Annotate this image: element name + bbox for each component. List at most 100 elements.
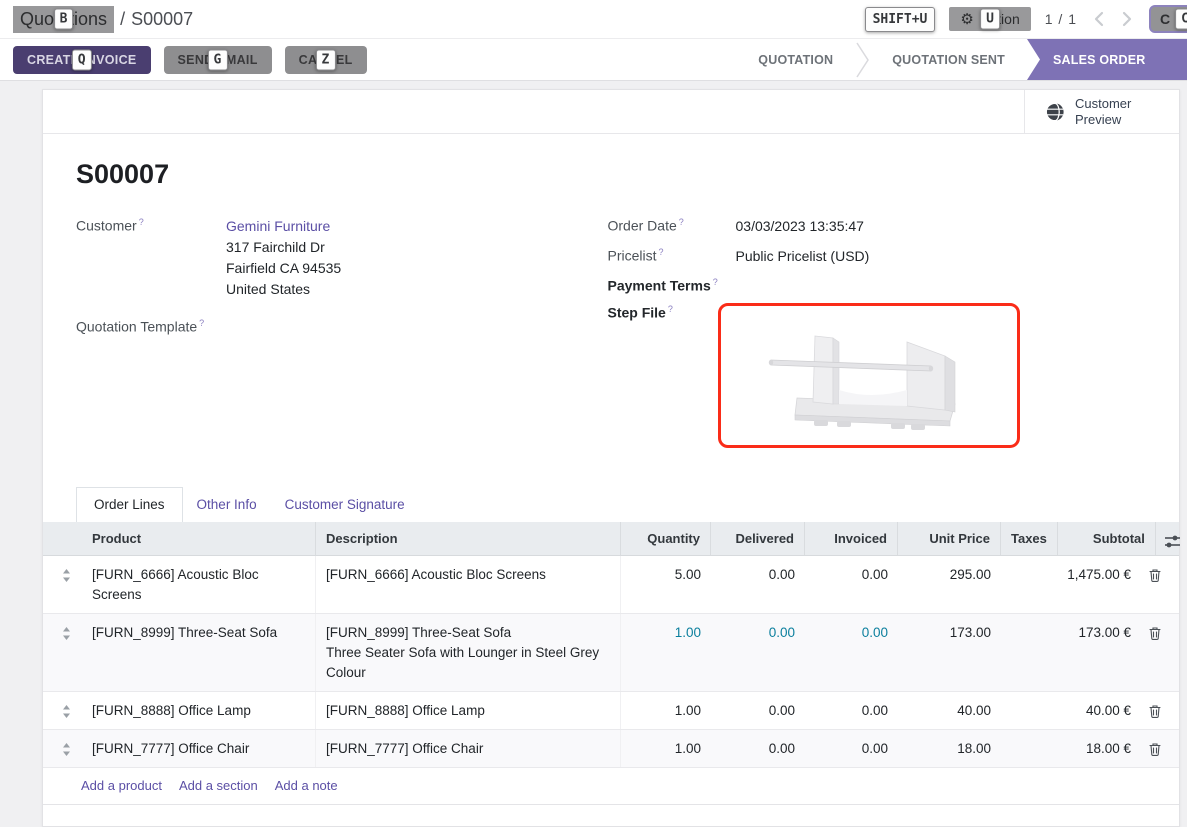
delete-line-button[interactable]	[1141, 556, 1179, 613]
status-step-separator	[855, 39, 870, 80]
tab-other-info[interactable]: Other Info	[183, 488, 271, 522]
control-panel-bar: CREATE INVOICE Q SEND EMAIL G CANCEL Z Q…	[0, 39, 1187, 81]
add-a-section-link[interactable]: Add a section	[179, 778, 258, 793]
gear-icon: ⚙	[960, 12, 973, 27]
keyboard-hint-action: U	[980, 9, 1000, 30]
cell-unit-price[interactable]: 173.00	[898, 614, 1001, 691]
breadcrumb-separator: /	[120, 9, 125, 30]
cell-quantity[interactable]: 1.00	[621, 614, 711, 691]
col-header-quantity[interactable]: Quantity	[621, 522, 711, 555]
cell-invoiced[interactable]: 0.00	[805, 614, 898, 691]
pager-next-button[interactable]	[1120, 11, 1135, 27]
cell-quantity[interactable]: 5.00	[621, 556, 711, 613]
cell-description[interactable]: [FURN_7777] Office Chair	[316, 730, 621, 767]
cell-unit-price[interactable]: 18.00	[898, 730, 1001, 767]
col-header-taxes[interactable]: Taxes	[1001, 522, 1058, 555]
3d-part-render	[759, 320, 979, 430]
cell-delivered[interactable]: 0.00	[711, 556, 805, 613]
delete-line-button[interactable]	[1141, 692, 1179, 729]
cell-delivered[interactable]: 0.00	[711, 730, 805, 767]
cell-unit-price[interactable]: 40.00	[898, 692, 1001, 729]
cell-description[interactable]: [FURN_6666] Acoustic Bloc Screens	[316, 556, 621, 613]
cell-description[interactable]: [FURN_8888] Office Lamp	[316, 692, 621, 729]
pager-prev-button[interactable]	[1091, 11, 1106, 27]
customer-address-line3: United States	[226, 279, 341, 300]
tab-customer-signature[interactable]: Customer Signature	[271, 488, 419, 522]
topbar-right-cluster: SHIFT+U ⚙ Action U 1 / 1 C C	[865, 5, 1177, 33]
cell-quantity[interactable]: 1.00	[621, 692, 711, 729]
customer-field: Customer? Gemini Furniture 317 Fairchild…	[76, 216, 608, 300]
clipped-edge-button[interactable]: C C	[1149, 5, 1187, 33]
cell-invoiced[interactable]: 0.00	[805, 692, 898, 729]
header-handle-spacer	[43, 522, 89, 555]
cell-taxes[interactable]	[1001, 614, 1043, 691]
sheet-header-strip: Customer Preview	[43, 90, 1179, 134]
col-header-invoiced[interactable]: Invoiced	[805, 522, 898, 555]
cell-invoiced[interactable]: 0.00	[805, 556, 898, 613]
cancel-button[interactable]: CANCEL Z	[285, 46, 367, 74]
add-a-note-link[interactable]: Add a note	[275, 778, 338, 793]
tab-order-lines[interactable]: Order Lines	[76, 487, 183, 522]
col-header-delivered[interactable]: Delivered	[711, 522, 805, 555]
quotation-template-label: Quotation Template?	[76, 317, 226, 335]
globe-icon	[1045, 102, 1065, 122]
customer-value-block: Gemini Furniture 317 Fairchild Dr Fairfi…	[226, 216, 341, 300]
col-header-product[interactable]: Product	[89, 522, 316, 555]
delete-line-button[interactable]	[1141, 730, 1179, 767]
sliders-icon	[1164, 534, 1181, 549]
help-question-mark: ?	[668, 304, 673, 314]
drag-handle-icon[interactable]	[43, 730, 89, 767]
col-header-subtotal[interactable]: Subtotal	[1058, 522, 1156, 555]
quotation-template-field: Quotation Template?	[76, 317, 608, 335]
cell-description[interactable]: [FURN_8999] Three-Seat SofaThree Seater …	[316, 614, 621, 691]
breadcrumb-current: S00007	[131, 9, 193, 30]
customer-link[interactable]: Gemini Furniture	[226, 218, 330, 234]
optional-columns-button[interactable]	[1156, 522, 1181, 555]
cell-unit-price[interactable]: 295.00	[898, 556, 1001, 613]
delete-line-button[interactable]	[1141, 614, 1179, 691]
cell-product[interactable]: [FURN_6666] Acoustic Bloc Screens	[89, 556, 316, 613]
keyboard-hint-cutoff: C	[1175, 9, 1187, 30]
field-column-left: Customer? Gemini Furniture 317 Fairchild…	[76, 216, 608, 457]
table-row[interactable]: [FURN_8888] Office Lamp [FURN_8888] Offi…	[43, 692, 1179, 730]
drag-handle-icon[interactable]	[43, 692, 89, 729]
cell-description-line2: Three Seater Sofa with Lounger in Steel …	[326, 643, 610, 683]
add-a-product-link[interactable]: Add a product	[81, 778, 162, 793]
pricelist-value[interactable]: Public Pricelist (USD)	[736, 246, 870, 267]
table-row[interactable]: [FURN_8999] Three-Seat Sofa [FURN_8999] …	[43, 614, 1179, 692]
customer-preview-button[interactable]: Customer Preview	[1024, 90, 1179, 133]
create-invoice-button[interactable]: CREATE INVOICE Q	[13, 46, 151, 74]
cell-delivered[interactable]: 0.00	[711, 692, 805, 729]
status-step-quotation-sent[interactable]: QUOTATION SENT	[870, 39, 1027, 80]
col-header-description[interactable]: Description	[316, 522, 621, 555]
pager-count: 1 / 1	[1045, 11, 1077, 27]
breadcrumb: Quotations B / S00007	[13, 6, 193, 33]
order-date-label: Order Date?	[608, 216, 736, 237]
cell-delivered[interactable]: 0.00	[711, 614, 805, 691]
step-file-image[interactable]	[718, 303, 1020, 448]
order-date-value[interactable]: 03/03/2023 13:35:47	[736, 216, 864, 237]
cell-product[interactable]: [FURN_8888] Office Lamp	[89, 692, 316, 729]
cell-product[interactable]: [FURN_7777] Office Chair	[89, 730, 316, 767]
drag-handle-icon[interactable]	[43, 556, 89, 613]
status-step-quotation[interactable]: QUOTATION	[736, 39, 855, 80]
table-row[interactable]: [FURN_6666] Acoustic Bloc Screens [FURN_…	[43, 556, 1179, 614]
drag-handle-icon[interactable]	[43, 614, 89, 691]
cell-taxes[interactable]	[1001, 692, 1043, 729]
step-file-field: Step File?	[608, 303, 1140, 448]
action-menu-button[interactable]: ⚙ Action U	[949, 7, 1030, 31]
breadcrumb-quotations-link[interactable]: Quotations B	[13, 6, 114, 33]
table-add-links: Add a product Add a section Add a note	[43, 768, 1179, 805]
table-row[interactable]: [FURN_7777] Office Chair [FURN_7777] Off…	[43, 730, 1179, 768]
form-view-background: Customer Preview S00007 Customer? Gemini…	[0, 81, 1187, 827]
cell-product[interactable]: [FURN_8999] Three-Seat Sofa	[89, 614, 316, 691]
pricelist-field: Pricelist? Public Pricelist (USD)	[608, 246, 1140, 267]
cell-quantity[interactable]: 1.00	[621, 730, 711, 767]
cell-taxes[interactable]	[1001, 730, 1043, 767]
send-email-button[interactable]: SEND EMAIL G	[164, 46, 272, 74]
keyboard-hint-send-email: G	[208, 49, 228, 70]
cell-invoiced[interactable]: 0.00	[805, 730, 898, 767]
col-header-unit-price[interactable]: Unit Price	[898, 522, 1001, 555]
cell-taxes[interactable]	[1001, 556, 1043, 613]
status-step-sales-order[interactable]: SALES ORDER	[1027, 39, 1187, 80]
